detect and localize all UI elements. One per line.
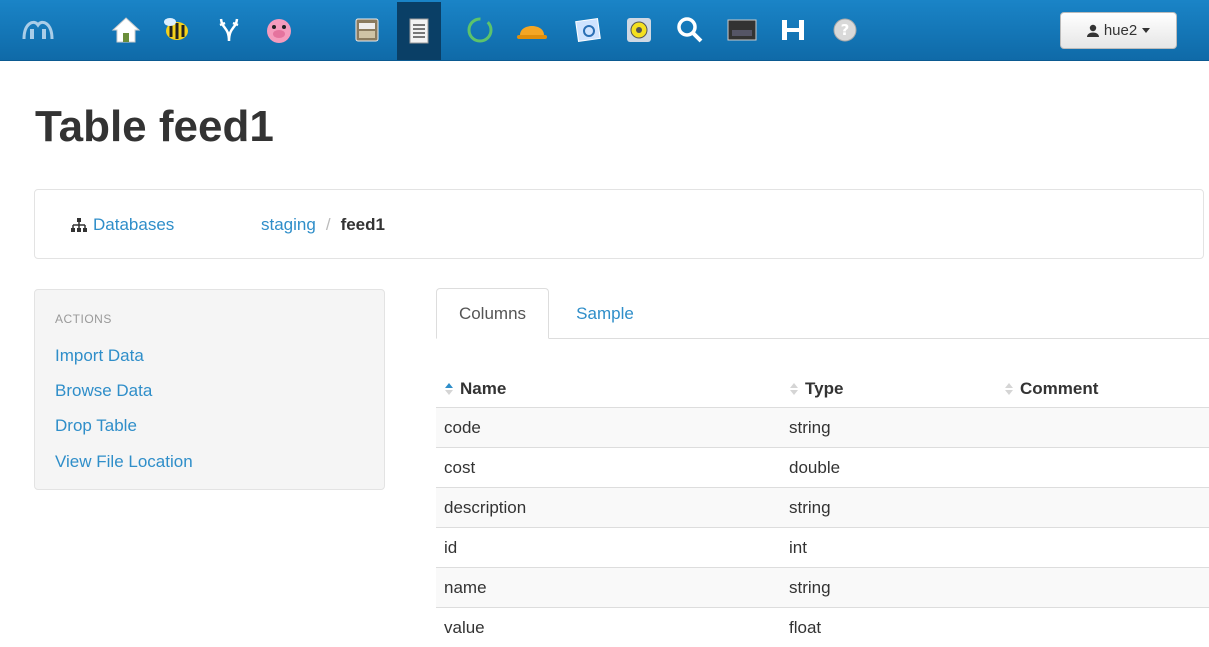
column-comment-cell [996,448,1209,488]
table-row: code string [436,408,1209,448]
import-data-link[interactable]: Import Data [55,346,144,366]
user-icon [1087,24,1099,37]
tabs-divider [436,338,1209,339]
oozie-icon[interactable] [458,8,502,52]
metastore-icon[interactable] [397,2,441,60]
bee-icon[interactable] [155,8,199,52]
column-name-cell: description [436,488,781,528]
column-comment-cell [996,528,1209,568]
column-name-cell: name [436,568,781,608]
table-row: name string [436,568,1209,608]
column-type-cell: int [781,528,996,568]
browse-data-link[interactable]: Browse Data [55,381,152,401]
column-type-cell: double [781,448,996,488]
table-row: cost double [436,448,1209,488]
svg-text:?: ? [841,21,850,39]
picture-icon[interactable] [566,8,610,52]
search-icon[interactable] [668,8,712,52]
user-menu-button[interactable]: hue2 [1060,12,1177,49]
caret-down-icon [1142,28,1150,33]
pig-icon[interactable] [257,8,301,52]
tab-sample[interactable]: Sample [560,288,650,339]
column-comment-cell [996,568,1209,608]
sort-icon [1004,382,1014,396]
file-browser-icon[interactable] [345,8,389,52]
name-column-header[interactable]: Name [436,370,781,408]
column-comment-cell [996,408,1209,448]
sqoop-icon[interactable] [617,8,661,52]
table-row: id int [436,528,1209,568]
hbase-icon[interactable] [771,8,815,52]
page-title: Table feed1 [35,102,274,152]
hive-icon[interactable] [207,8,251,52]
comment-column-label: Comment [1020,379,1098,398]
name-column-label: Name [460,379,506,398]
top-navbar: ? hue2 [0,0,1209,61]
view-file-location-link[interactable]: View File Location [55,452,193,472]
sort-icon [789,382,799,396]
breadcrumb-databases-link[interactable]: Databases [71,215,174,235]
breadcrumb-databases-label: Databases [93,215,174,235]
column-type-cell: string [781,568,996,608]
column-type-cell: string [781,408,996,448]
drop-table-link[interactable]: Drop Table [55,416,137,436]
help-icon[interactable]: ? [823,8,867,52]
actions-header: ACTIONS [55,312,112,326]
comment-column-header[interactable]: Comment [996,370,1209,408]
hard-hat-icon[interactable] [510,8,554,52]
table-row: description string [436,488,1209,528]
table-header-row: Name Type Comment [436,370,1209,408]
breadcrumb-path: staging / feed1 [261,215,385,235]
breadcrumb-database-link[interactable]: staging [261,215,316,235]
sitemap-icon [71,218,87,232]
breadcrumb-separator: / [326,215,331,235]
hue-logo-icon[interactable] [16,8,60,52]
columns-table: Name Type Comment code string cost doubl… [436,370,1209,647]
column-name-cell: value [436,608,781,647]
column-name-cell: id [436,528,781,568]
home-icon[interactable] [104,8,148,52]
type-column-header[interactable]: Type [781,370,996,408]
column-type-cell: float [781,608,996,647]
column-comment-cell [996,608,1209,647]
sort-ascending-icon [444,382,454,396]
column-name-cell: code [436,408,781,448]
tab-columns[interactable]: Columns [436,288,549,339]
shell-icon[interactable] [720,8,764,52]
actions-panel: ACTIONS Import Data Browse Data Drop Tab… [34,289,385,490]
table-row: value float [436,608,1209,647]
breadcrumb-current-table: feed1 [341,215,385,235]
column-type-cell: string [781,488,996,528]
breadcrumb: Databases staging / feed1 [34,189,1204,259]
column-name-cell: cost [436,448,781,488]
column-comment-cell [996,488,1209,528]
type-column-label: Type [805,379,843,398]
user-name: hue2 [1104,22,1137,39]
